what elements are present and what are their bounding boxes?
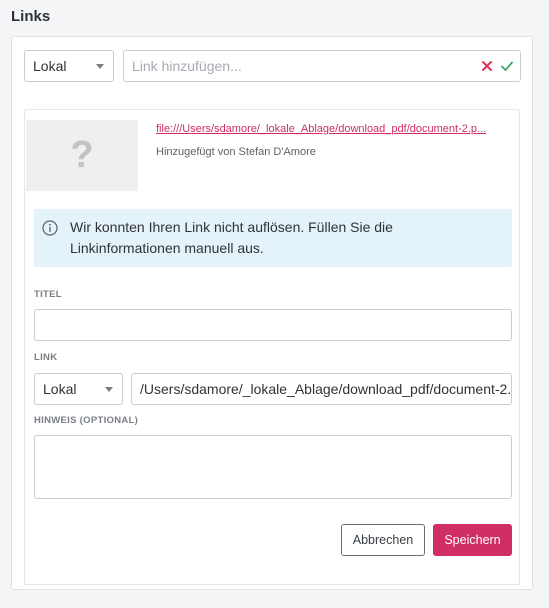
chevron-down-icon: [105, 387, 113, 392]
note-textarea[interactable]: [34, 435, 512, 499]
add-link-placeholder: Link hinzufügen...: [132, 58, 242, 74]
title-input[interactable]: [34, 309, 512, 341]
link-path-value: /Users/sdamore/_lokale_Ablage/download_p…: [140, 381, 512, 397]
link-thumbnail: ?: [26, 120, 138, 191]
added-by-text: Hinzugefügt von Stefan D'Amore: [156, 146, 316, 158]
link-type-select[interactable]: Lokal: [24, 50, 114, 82]
link-path-input[interactable]: /Users/sdamore/_lokale_Ablage/download_p…: [131, 373, 512, 405]
section-title: Links: [11, 8, 51, 25]
question-mark-icon: ?: [70, 134, 94, 176]
links-panel: Lokal Link hinzufügen... ? file:///Users…: [11, 36, 533, 590]
cancel-button[interactable]: Abbrechen: [341, 524, 425, 556]
link-form-type-select[interactable]: Lokal: [34, 373, 123, 405]
link-form-type-value: Lokal: [43, 381, 77, 397]
link-card: ? file:///Users/sdamore/_lokale_Ablage/d…: [24, 109, 520, 585]
link-label: LINK: [34, 352, 58, 363]
close-icon[interactable]: [480, 59, 494, 73]
save-button[interactable]: Speichern: [433, 524, 512, 556]
link-type-value: Lokal: [33, 58, 67, 74]
chevron-down-icon: [96, 64, 104, 69]
check-icon[interactable]: [500, 59, 514, 73]
info-alert: Wir konnten Ihren Link nicht auflösen. F…: [34, 209, 512, 267]
info-icon: [42, 220, 58, 236]
note-label: HINWEIS (OPTIONAL): [34, 415, 139, 426]
alert-message: Wir konnten Ihren Link nicht auflösen. F…: [70, 219, 393, 256]
title-label: TITEL: [34, 289, 62, 300]
add-link-input[interactable]: Link hinzufügen...: [123, 50, 521, 82]
file-link[interactable]: file:///Users/sdamore/_lokale_Ablage/dow…: [156, 123, 508, 135]
